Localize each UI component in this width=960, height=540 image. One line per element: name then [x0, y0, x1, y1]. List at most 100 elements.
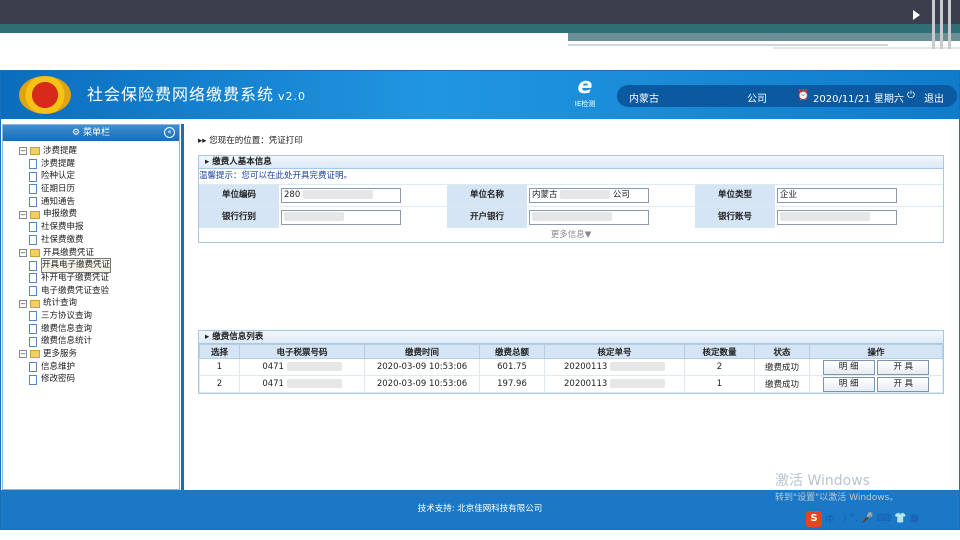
- detail-button[interactable]: 明 细: [822, 376, 875, 392]
- doc-icon: [29, 171, 37, 182]
- emblem-icon: [19, 76, 71, 114]
- menu-item[interactable]: 社保费申报: [19, 221, 179, 234]
- collapse-icon[interactable]: «: [164, 127, 175, 138]
- bank-type-field[interactable]: [281, 210, 401, 225]
- menu-group-more[interactable]: − 更多服务: [19, 348, 179, 361]
- detail-button[interactable]: 明 细: [822, 359, 875, 375]
- menu-item[interactable]: 缴费信息统计: [19, 335, 179, 348]
- menu-group-fee-reminder[interactable]: − 涉费提醒: [19, 145, 179, 158]
- more-info-toggle[interactable]: 更多信息▼: [199, 228, 943, 242]
- open-bank-label: 开户银行: [447, 207, 527, 228]
- sidebar-header: ⚙ 菜单栏 «: [3, 125, 179, 141]
- menu-group-declare-pay[interactable]: − 申报缴费: [19, 208, 179, 221]
- doc-icon: [29, 362, 37, 373]
- clock-icon: ⏰: [797, 90, 810, 101]
- col-header: 缴费总额: [479, 344, 545, 359]
- keyboard-icon[interactable]: ⌨: [877, 513, 891, 524]
- account-label: 银行账号: [695, 207, 775, 228]
- col-header: 核定单号: [544, 344, 685, 359]
- unit-type-label: 单位类型: [695, 185, 775, 206]
- slide-top-bar: [0, 0, 960, 24]
- breadcrumb: ▸▸ 您现在的位置：凭证打印: [198, 136, 303, 146]
- menu-item[interactable]: 修改密码: [19, 373, 179, 386]
- menu-item[interactable]: 三方协议查询: [19, 310, 179, 323]
- sogou-icon[interactable]: S: [806, 510, 822, 527]
- menu-group-stats[interactable]: − 统计查询: [19, 297, 179, 310]
- folder-icon: [30, 147, 40, 156]
- folder-icon: [30, 299, 40, 308]
- col-header: 状态: [754, 344, 810, 359]
- doc-icon: [29, 159, 37, 170]
- menu-item[interactable]: 社保费缴费: [19, 234, 179, 247]
- folder-icon: [30, 210, 40, 219]
- issue-button[interactable]: 开 具: [877, 376, 930, 392]
- menu-item[interactable]: 补开电子缴费凭证: [19, 272, 179, 285]
- menu-item[interactable]: 电子缴费凭证查验: [19, 285, 179, 298]
- company-suffix: 公司: [747, 94, 767, 105]
- bank-type-label: 银行行别: [199, 207, 279, 228]
- slide-edge-stripe: [940, 0, 943, 49]
- org-name: 内蒙古: [629, 94, 659, 105]
- app-header: 社会保险费网络缴费系统 v2.0 e IE检测 内蒙古 公司 ⏰ 2020/11/2…: [1, 71, 959, 119]
- slide-edge-stripe: [932, 0, 935, 49]
- logout-link[interactable]: 退出: [924, 90, 944, 105]
- menu-item-selected[interactable]: 开具电子缴费凭证: [19, 258, 179, 273]
- doc-icon: [29, 197, 37, 208]
- account-field[interactable]: [777, 210, 897, 225]
- doc-icon: [29, 260, 37, 271]
- menu-item[interactable]: 险种认定: [19, 170, 179, 183]
- col-header: 缴费时间: [364, 344, 480, 359]
- slide-edge-stripe: [948, 0, 951, 49]
- col-header: 电子税票号码: [239, 344, 365, 359]
- activation-watermark-sub: 转到"设置"以激活 Windows。: [775, 493, 899, 503]
- ie-check-button[interactable]: e IE检测: [570, 75, 600, 115]
- doc-icon: [29, 311, 37, 322]
- tip-text: 温馨提示：您可以在此处开具完费证明。: [199, 171, 353, 181]
- activation-watermark: 激活 Windows: [775, 473, 870, 489]
- col-header: 操作: [809, 344, 943, 359]
- doc-icon: [29, 222, 37, 233]
- tools-icon[interactable]: ▦: [910, 513, 919, 524]
- issue-button[interactable]: 开 具: [877, 359, 930, 375]
- app-title: 社会保险费网络缴费系统 v2.0: [87, 85, 307, 104]
- section-title: ▸ 缴费人基本信息: [199, 156, 943, 169]
- payment-list-panel: ▸ 缴费信息列表 选择 电子税票号码 缴费时间 缴费总额 核定单号 核定数量 状…: [198, 330, 944, 394]
- unit-code-field[interactable]: 280: [281, 188, 401, 203]
- menu-item[interactable]: 通知通告: [19, 196, 179, 209]
- splitter[interactable]: [181, 124, 184, 490]
- slide-accent-bar-2: [568, 33, 960, 41]
- slide-accent-bar: [0, 24, 960, 33]
- menu-item[interactable]: 缴费信息查询: [19, 323, 179, 336]
- datetime: 2020/11/21 星期六: [813, 94, 904, 105]
- ime-mode[interactable]: 中: [825, 511, 835, 526]
- slide-marker-icon: [913, 10, 920, 20]
- open-bank-field[interactable]: [529, 210, 649, 225]
- unit-code-label: 单位编码: [199, 185, 279, 206]
- ime-toolbar[interactable]: S 中 ☽ °, 🎤 ⌨ 👕 ▦: [806, 510, 946, 527]
- app-window: 社会保险费网络缴费系统 v2.0 e IE检测 内蒙古 公司 ⏰ 2020/11/2…: [0, 70, 960, 530]
- folder-icon: [30, 248, 40, 257]
- menu-tree: − 涉费提醒 涉费提醒 险种认定 征期日历 通知通告 − 申报缴费 社保费申报 社保…: [3, 141, 179, 386]
- basic-info-panel: ▸ 缴费人基本信息 温馨提示：您可以在此处开具完费证明。 单位编码 280 单位…: [198, 155, 944, 243]
- col-header: 核定数量: [684, 344, 755, 359]
- punct-icon[interactable]: °,: [850, 513, 858, 524]
- mic-icon[interactable]: 🎤: [861, 513, 873, 524]
- doc-icon: [29, 323, 37, 334]
- menu-item[interactable]: 信息维护: [19, 361, 179, 374]
- table-row: 1 0471 2020-03-09 10:53:06 601.75 202001…: [199, 358, 943, 376]
- payment-table: 选择 电子税票号码 缴费时间 缴费总额 核定单号 核定数量 状态 操作 1 04…: [199, 344, 943, 393]
- menu-item[interactable]: 涉费提醒: [19, 158, 179, 171]
- sidebar: ⚙ 菜单栏 « − 涉费提醒 涉费提醒 险种认定 征期日历 通知通告 − 申报缴费 社…: [2, 124, 180, 490]
- power-icon[interactable]: ⏻: [907, 90, 915, 101]
- menu-item[interactable]: 征期日历: [19, 183, 179, 196]
- folder-icon: [30, 350, 40, 359]
- doc-icon: [29, 374, 37, 385]
- moon-icon[interactable]: ☽: [838, 513, 847, 524]
- section-title: ▸ 缴费信息列表: [199, 331, 943, 344]
- unit-type-field[interactable]: 企业: [777, 188, 897, 203]
- main-content: ▸▸ 您现在的位置：凭证打印 ▸ 缴费人基本信息 温馨提示：您可以在此处开具完费…: [186, 124, 958, 490]
- skin-icon[interactable]: 👕: [894, 513, 906, 524]
- doc-icon: [29, 336, 37, 347]
- unit-name-field[interactable]: 内蒙古 公司: [529, 188, 649, 203]
- slide-decor-line: [568, 44, 888, 46]
